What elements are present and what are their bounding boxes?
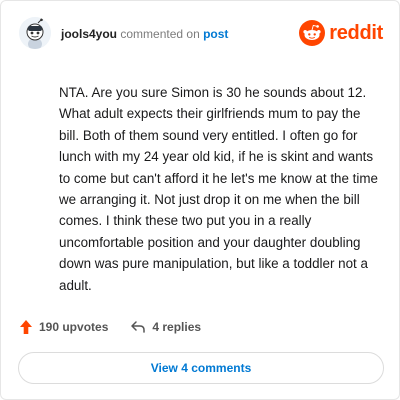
comment-header: jools4you commented on post reddit <box>19 15 383 55</box>
comment-byline: jools4you commented on post <box>61 27 228 41</box>
view-comments-button[interactable]: View 4 comments <box>18 352 384 384</box>
reply-arrow-icon <box>131 321 146 333</box>
username-link[interactable]: jools4you <box>61 27 117 41</box>
comment-actions: 190 upvotes 4 replies <box>19 317 223 337</box>
reddit-wordmark: reddit <box>329 21 383 44</box>
reply-count: 4 replies <box>152 320 202 334</box>
comment-card: jools4you commented on post reddit NTA. … <box>0 0 400 400</box>
avatar[interactable] <box>19 17 51 49</box>
post-link[interactable]: post <box>203 27 228 41</box>
comment-text: NTA. Are you sure Simon is 30 he sounds … <box>59 85 378 293</box>
byline-action-text: commented on <box>120 27 200 41</box>
snoo-avatar-icon <box>19 17 51 49</box>
upvote-arrow-icon <box>20 320 32 334</box>
upvote-button[interactable]: 190 upvotes <box>19 319 108 335</box>
replies-button[interactable]: 4 replies <box>130 320 201 334</box>
reddit-brand[interactable]: reddit <box>299 19 383 47</box>
reddit-snoo-icon <box>299 20 326 46</box>
upvote-count: 190 upvotes <box>39 320 109 334</box>
